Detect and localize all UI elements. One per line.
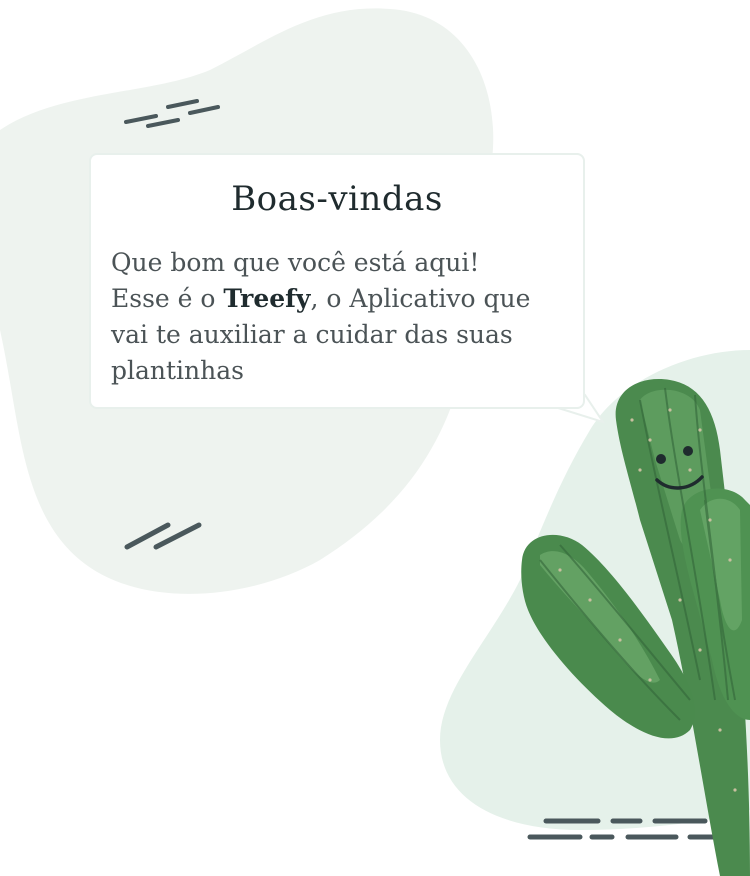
welcome-message: Que bom que você está aqui! Esse é o Tre… (111, 245, 543, 389)
welcome-title: Boas-vindas (231, 179, 443, 219)
welcome-speech-bubble: Boas-vindas Que bom que você está aqui! … (89, 153, 585, 409)
welcome-line-2-prefix: Esse é o (111, 284, 224, 313)
app-name: Treefy (223, 284, 311, 313)
welcome-line-2-suffix: , o Aplicativo que (310, 284, 531, 313)
welcome-line-1: Que bom que você está aqui! (111, 248, 480, 277)
background-illustration (0, 8, 750, 876)
cactus-eye-right (683, 446, 693, 456)
welcome-line-3: vai te auxiliar a cuidar das suas (111, 320, 513, 349)
welcome-line-4: plantinhas (111, 356, 244, 385)
cactus-eye-left (656, 454, 666, 464)
